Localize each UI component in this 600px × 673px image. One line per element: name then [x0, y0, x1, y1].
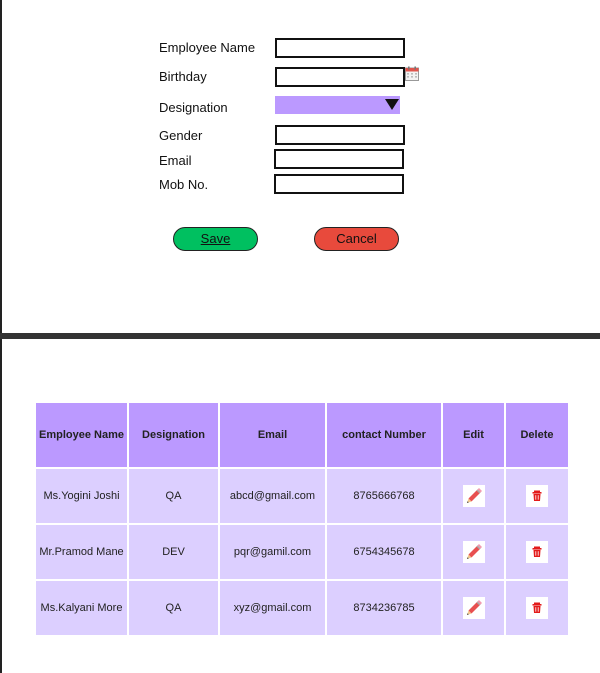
cell-edit: [441, 579, 506, 637]
cell-designation: QA: [127, 467, 220, 525]
employee-name-field[interactable]: [275, 38, 405, 58]
table-header-row: Employee Name Designation Email contact …: [34, 401, 570, 469]
col-header-email: Email: [218, 401, 327, 469]
pencil-icon: [466, 488, 482, 503]
pencil-icon: [466, 544, 482, 559]
mobile-field[interactable]: [274, 174, 404, 194]
cell-designation: DEV: [127, 523, 220, 581]
cell-contact: 8765666768: [325, 467, 443, 525]
delete-button[interactable]: [526, 541, 548, 563]
trash-icon: [532, 602, 542, 613]
dropdown-arrow-icon: [385, 99, 399, 110]
email-field[interactable]: [274, 149, 404, 169]
cell-contact: 8734236785: [325, 579, 443, 637]
cell-contact: 6754345678: [325, 523, 443, 581]
edit-button[interactable]: [462, 485, 485, 507]
cell-email: xyz@gmail.com: [218, 579, 327, 637]
trash-icon: [532, 546, 542, 557]
col-header-contact: contact Number: [325, 401, 443, 469]
trash-icon: [532, 490, 542, 501]
cell-name: Ms.Yogini Joshi: [34, 467, 129, 525]
cell-name: Ms.Kalyani More: [34, 579, 129, 637]
section-divider: [0, 333, 600, 339]
cell-delete: [504, 579, 570, 637]
cell-delete: [504, 467, 570, 525]
birthday-label: Birthday: [159, 69, 207, 84]
cell-email: pqr@gamil.com: [218, 523, 327, 581]
col-header-employee-name: Employee Name: [34, 401, 129, 469]
col-header-designation: Designation: [127, 401, 220, 469]
cell-delete: [504, 523, 570, 581]
cell-name: Mr.Pramod Mane: [34, 523, 129, 581]
designation-label: Designation: [159, 100, 228, 115]
delete-button[interactable]: [526, 485, 548, 507]
birthday-field[interactable]: [275, 67, 405, 87]
edit-button[interactable]: [462, 597, 485, 619]
employee-name-label: Employee Name: [159, 40, 256, 55]
cell-edit: [441, 467, 506, 525]
delete-button[interactable]: [526, 597, 548, 619]
employee-table: Employee Name Designation Email contact …: [34, 401, 570, 637]
table-row: Ms.Yogini Joshi QA abcd@gmail.com 876566…: [34, 467, 570, 525]
col-header-delete: Delete: [504, 401, 570, 469]
cancel-button[interactable]: Cancel: [314, 227, 399, 251]
table-row: Mr.Pramod Mane DEV pqr@gamil.com 6754345…: [34, 523, 570, 581]
cell-email: abcd@gmail.com: [218, 467, 327, 525]
gender-label: Gender: [159, 128, 203, 143]
cell-designation: QA: [127, 579, 220, 637]
pencil-icon: [466, 600, 482, 615]
calendar-icon[interactable]: [405, 66, 419, 81]
col-header-edit: Edit: [441, 401, 506, 469]
save-button[interactable]: Save: [173, 227, 258, 251]
email-label: Email: [159, 153, 192, 168]
edit-button[interactable]: [462, 541, 485, 563]
gender-field[interactable]: [275, 125, 405, 145]
designation-select[interactable]: [275, 96, 400, 114]
cell-edit: [441, 523, 506, 581]
mobile-label: Mob No.: [159, 177, 209, 192]
table-row: Ms.Kalyani More QA xyz@gmail.com 8734236…: [34, 579, 570, 637]
